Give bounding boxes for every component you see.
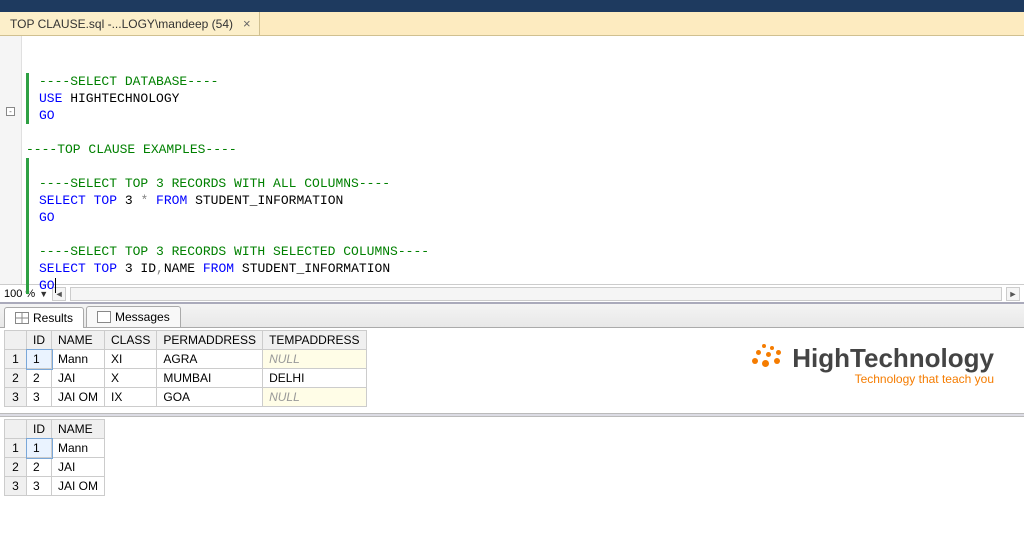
watermark-logo: HighTechnology Technology that teach you <box>752 343 994 386</box>
column-header[interactable]: ID <box>27 420 52 439</box>
table-row[interactable]: 2 2 JAI <box>5 458 105 477</box>
logo-text: HighTechnology <box>792 343 994 374</box>
results-table[interactable]: ID NAME CLASS PERMADDRESS TEMPADDRESS 1 … <box>4 330 367 407</box>
code-keyword: USE <box>39 91 62 106</box>
close-icon[interactable]: × <box>241 16 253 31</box>
table-row[interactable]: 2 2 JAI X MUMBAI DELHI <box>5 369 367 388</box>
code-ident: STUDENT_INFORMATION <box>234 261 390 276</box>
column-header[interactable]: NAME <box>52 331 105 350</box>
table-row[interactable]: 3 3 JAI OM IX GOA NULL <box>5 388 367 407</box>
cell[interactable]: IX <box>105 388 157 407</box>
code-ident: STUDENT_INFORMATION <box>187 193 343 208</box>
editor-gutter: - <box>0 36 22 284</box>
cell[interactable]: Mann <box>52 350 105 369</box>
code-literal: 3 ID <box>117 261 156 276</box>
cell[interactable]: Mann <box>52 439 105 458</box>
logo-tagline: Technology that teach you <box>752 372 994 386</box>
column-header[interactable]: CLASS <box>105 331 157 350</box>
results-area: Results Messages ID NAME CLASS PERMADDRE… <box>0 302 1024 502</box>
tab-results[interactable]: Results <box>4 307 84 328</box>
column-header[interactable]: PERMADDRESS <box>157 331 263 350</box>
cell[interactable]: JAI <box>52 369 105 388</box>
cell[interactable]: 2 <box>27 369 52 388</box>
results-table[interactable]: ID NAME 1 1 Mann 2 2 JAI 3 3 JAI OM <box>4 419 105 496</box>
cell[interactable]: 1 <box>27 350 52 369</box>
table-corner <box>5 420 27 439</box>
cell[interactable]: 2 <box>27 458 52 477</box>
cell[interactable]: MUMBAI <box>157 369 263 388</box>
row-number: 1 <box>5 439 27 458</box>
cell[interactable]: JAI <box>52 458 105 477</box>
code-comment: ----SELECT TOP 3 RECORDS WITH SELECTED C… <box>39 244 429 259</box>
code-ident: NAME <box>164 261 203 276</box>
document-tab[interactable]: TOP CLAUSE.sql -...LOGY\mandeep (54) × <box>0 12 260 35</box>
cell[interactable]: GOA <box>157 388 263 407</box>
horizontal-scrollbar[interactable] <box>70 287 1002 301</box>
cell[interactable]: JAI OM <box>52 388 105 407</box>
row-number: 1 <box>5 350 27 369</box>
row-number: 3 <box>5 477 27 496</box>
tab-label: TOP CLAUSE.sql -...LOGY\mandeep (54) <box>10 17 233 31</box>
code-keyword: GO <box>39 210 55 225</box>
code-keyword: FROM <box>148 193 187 208</box>
column-header[interactable]: NAME <box>52 420 105 439</box>
row-number: 3 <box>5 388 27 407</box>
sql-editor[interactable]: - ----SELECT DATABASE---- USE HIGHTECHNO… <box>0 36 1024 284</box>
table-row[interactable]: 3 3 JAI OM <box>5 477 105 496</box>
code-comment: ----SELECT DATABASE---- <box>39 74 218 89</box>
logo-icon <box>752 344 786 374</box>
cell[interactable]: AGRA <box>157 350 263 369</box>
column-header[interactable]: ID <box>27 331 52 350</box>
window-titlebar <box>0 0 1024 12</box>
message-icon <box>97 311 111 323</box>
row-number: 2 <box>5 458 27 477</box>
table-row[interactable]: 1 1 Mann <box>5 439 105 458</box>
grid-icon <box>15 312 29 324</box>
cell[interactable]: 1 <box>27 439 52 458</box>
code-ident: HIGHTECHNOLOGY <box>62 91 179 106</box>
cell[interactable]: 3 <box>27 477 52 496</box>
code-keyword: GO <box>39 278 55 293</box>
column-header[interactable]: TEMPADDRESS <box>263 331 366 350</box>
code-comment: ----TOP CLAUSE EXAMPLES---- <box>26 142 237 157</box>
result-grid-1: ID NAME CLASS PERMADDRESS TEMPADDRESS 1 … <box>0 328 1024 413</box>
cell[interactable]: X <box>105 369 157 388</box>
tab-label: Results <box>33 311 73 325</box>
code-keyword: GO <box>39 108 55 123</box>
table-corner <box>5 331 27 350</box>
code-keyword: TOP <box>86 261 117 276</box>
code-comma: , <box>156 261 164 276</box>
code-keyword: FROM <box>203 261 234 276</box>
code-keyword: SELECT <box>39 261 86 276</box>
cell-null[interactable]: NULL <box>263 350 366 369</box>
code-literal: 3 <box>117 193 140 208</box>
cell[interactable]: XI <box>105 350 157 369</box>
code-comment: ----SELECT TOP 3 RECORDS WITH ALL COLUMN… <box>39 176 390 191</box>
text-cursor <box>55 278 56 293</box>
zoom-bar: 100 % ▼ ◄ ► <box>0 284 1024 302</box>
cell-null[interactable]: NULL <box>263 388 366 407</box>
collapse-icon[interactable]: - <box>6 107 15 116</box>
cell[interactable]: DELHI <box>263 369 366 388</box>
cell[interactable]: JAI OM <box>52 477 105 496</box>
table-row[interactable]: 1 1 Mann XI AGRA NULL <box>5 350 367 369</box>
code-pane[interactable]: ----SELECT DATABASE---- USE HIGHTECHNOLO… <box>22 36 1024 284</box>
cell[interactable]: 3 <box>27 388 52 407</box>
code-keyword: TOP <box>86 193 117 208</box>
result-grid-2: ID NAME 1 1 Mann 2 2 JAI 3 3 JAI OM <box>0 417 1024 502</box>
code-keyword: SELECT <box>39 193 86 208</box>
row-number: 2 <box>5 369 27 388</box>
document-tab-strip: TOP CLAUSE.sql -...LOGY\mandeep (54) × <box>0 12 1024 36</box>
